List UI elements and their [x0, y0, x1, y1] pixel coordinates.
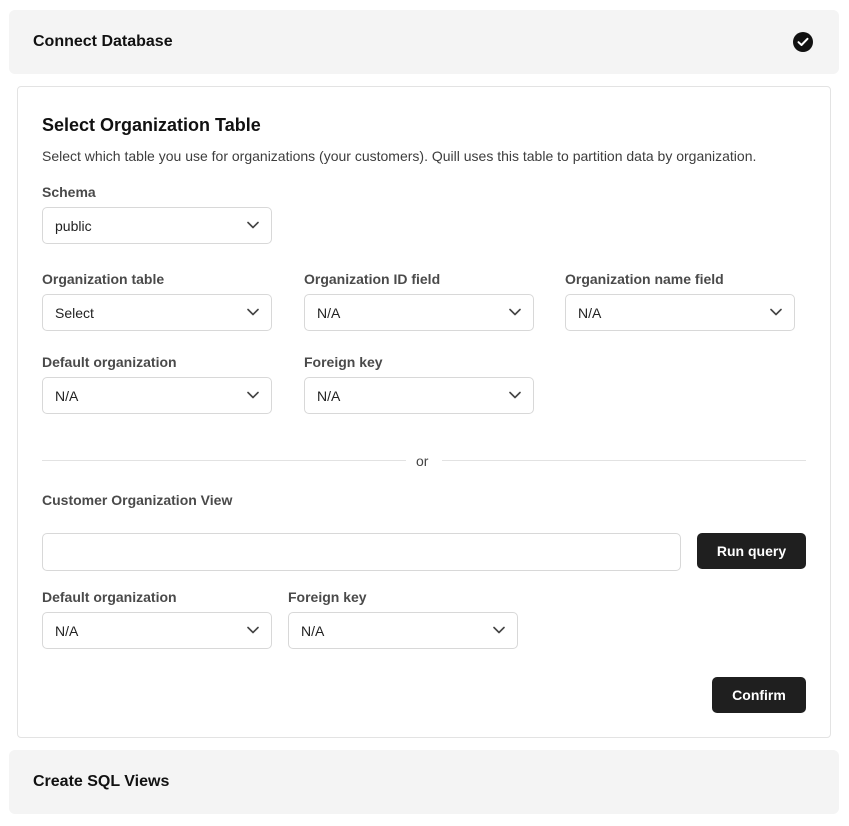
chevron-down-icon	[247, 626, 259, 634]
view-foreign-key-select[interactable]: N/A	[288, 612, 518, 649]
organization-table-select[interactable]: Select	[42, 294, 272, 331]
divider-or: or	[416, 453, 429, 469]
foreign-key-select[interactable]: N/A	[304, 377, 534, 414]
divider-right	[442, 460, 806, 461]
organization-id-field-label: Organization ID field	[304, 271, 441, 287]
step-create-sql-views[interactable]: Create SQL Views	[9, 750, 839, 814]
chevron-down-icon	[247, 221, 259, 229]
chevron-down-icon	[247, 391, 259, 399]
card-title: Select Organization Table	[42, 115, 261, 135]
view-foreign-key-value: N/A	[301, 622, 325, 639]
customer-organization-view-input[interactable]	[42, 533, 681, 571]
view-default-organization-select[interactable]: N/A	[42, 612, 272, 649]
organization-id-field-value: N/A	[317, 304, 341, 321]
customer-organization-view-label: Customer Organization View	[42, 492, 233, 508]
default-organization-value: N/A	[55, 387, 79, 404]
step-connect-database[interactable]: Connect Database	[9, 10, 839, 74]
schema-select-value: public	[55, 217, 92, 234]
default-organization-select[interactable]: N/A	[42, 377, 272, 414]
card-description: Select which table you use for organizat…	[42, 148, 757, 164]
chevron-down-icon	[509, 391, 521, 399]
schema-select[interactable]: public	[42, 207, 272, 244]
foreign-key-value: N/A	[317, 387, 341, 404]
step-title-connect-database: Connect Database	[33, 33, 173, 50]
run-query-button[interactable]: Run query	[697, 533, 806, 569]
organization-table-label: Organization table	[42, 271, 165, 287]
default-organization-label: Default organization	[42, 354, 177, 370]
view-default-organization-label: Default organization	[42, 589, 177, 605]
view-foreign-key-label: Foreign key	[288, 589, 367, 605]
organization-name-field-label: Organization name field	[565, 271, 724, 287]
chevron-down-icon	[509, 308, 521, 316]
check-circle-icon	[793, 32, 813, 52]
organization-name-field-select[interactable]: N/A	[565, 294, 795, 331]
step-title-create-sql-views: Create SQL Views	[33, 773, 170, 790]
select-organization-card: Select Organization Table Select which t…	[17, 86, 831, 738]
chevron-down-icon	[493, 626, 505, 634]
view-default-organization-value: N/A	[55, 622, 79, 639]
organization-id-field-select[interactable]: N/A	[304, 294, 534, 331]
divider-left	[42, 460, 406, 461]
foreign-key-label: Foreign key	[304, 354, 383, 370]
confirm-button[interactable]: Confirm	[712, 677, 806, 713]
chevron-down-icon	[247, 308, 259, 316]
chevron-down-icon	[770, 308, 782, 316]
organization-name-field-value: N/A	[578, 304, 602, 321]
schema-label: Schema	[42, 184, 96, 200]
organization-table-value: Select	[55, 304, 94, 321]
